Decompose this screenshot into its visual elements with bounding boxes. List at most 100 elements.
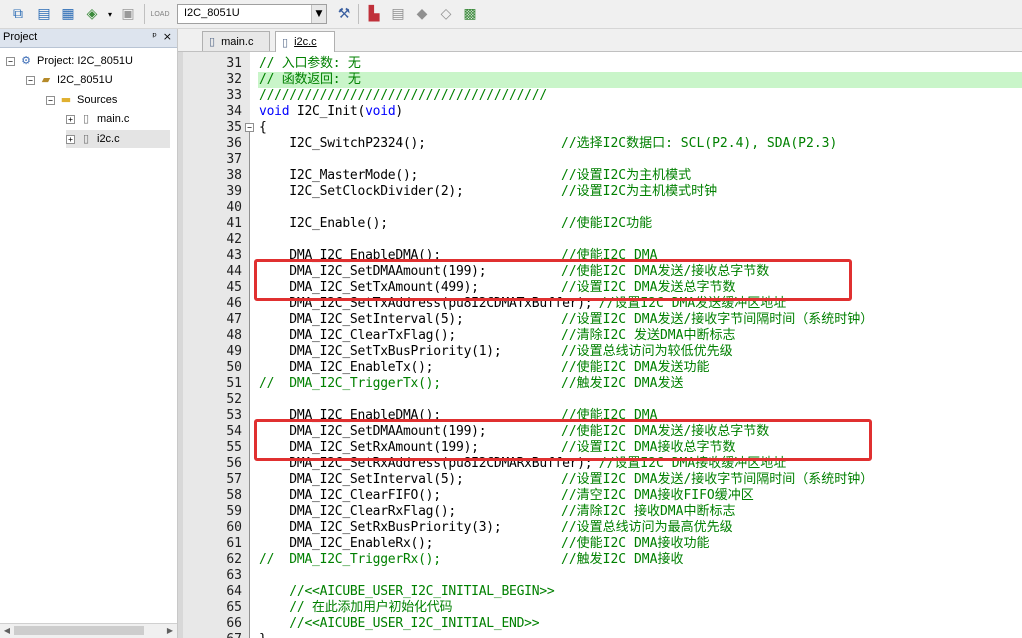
code-line[interactable]: DMA_I2C_SetInterval(5);	[259, 472, 464, 488]
code-line[interactable]: DMA_I2C_SetTxBusPriority(1);	[259, 344, 501, 360]
line-number: 55	[226, 440, 242, 455]
code-line[interactable]: // DMA_I2C_TriggerTx();	[259, 376, 441, 392]
collapse-icon[interactable]: −	[6, 56, 15, 66]
project-panel-header: Project ᵖ ×	[0, 29, 177, 48]
target-select[interactable]: I2C_8051U ▼	[177, 4, 327, 24]
line-number: 38	[226, 168, 242, 183]
code-comment: //设置I2C DMA发送/接收字节间隔时间（系统时钟）	[561, 312, 874, 327]
code-comment: //清除I2C 接收DMA中断标志	[561, 504, 736, 519]
file-icon: ▯	[82, 112, 90, 125]
tab-main-c[interactable]: ▯ main.c	[202, 31, 270, 51]
line-number: 60	[226, 520, 242, 535]
code-line[interactable]: {	[259, 120, 267, 136]
chevron-down-icon[interactable]: ▼	[311, 5, 326, 23]
gutter-margin	[178, 52, 183, 638]
line-number: 35	[226, 120, 242, 135]
code-comment: //设置总线访问为最高优先级	[561, 520, 733, 535]
horizontal-scrollbar[interactable]: ◀ ▶	[0, 623, 177, 638]
code-line[interactable]: DMA_I2C_SetInterval(5);	[259, 312, 464, 328]
tree-label: main.c	[97, 113, 130, 125]
code-comment: //清除I2C 发送DMA中断标志	[561, 328, 736, 343]
event-recorder-icon[interactable]: ▩	[460, 4, 480, 24]
stop-build-icon[interactable]: ▣	[118, 4, 138, 24]
fold-toggle-icon[interactable]: −	[245, 123, 254, 132]
code-line[interactable]: void I2C_Init(void)	[259, 104, 403, 120]
tab-i2c-c[interactable]: ▯ i2c.c	[275, 31, 335, 52]
line-number: 53	[226, 408, 242, 423]
line-number: 46	[226, 296, 242, 311]
download-icon[interactable]: LOAD	[150, 4, 170, 24]
line-number: 65	[226, 600, 242, 615]
line-number: 48	[226, 328, 242, 343]
pack-installer-icon[interactable]: ▤	[388, 4, 408, 24]
code-editor[interactable]: 31 // 入口参数: 无 32 // 函数返回: 无 33 //////////////…	[178, 52, 1022, 638]
manage-components-icon[interactable]: ▙	[364, 4, 384, 24]
build-icon[interactable]: ▤	[34, 4, 54, 24]
file-icon: ▯	[282, 35, 289, 49]
scroll-right-icon[interactable]: ▶	[163, 624, 177, 638]
annotation-box	[254, 259, 852, 301]
runtime-env-icon[interactable]: ◇	[436, 4, 456, 24]
line-number: 33	[226, 88, 242, 103]
code-comment: //设置I2C DMA发送/接收字节间隔时间（系统时钟）	[561, 472, 874, 487]
expand-icon[interactable]: +	[66, 134, 75, 144]
code-line[interactable]: //<<AICUBE_USER_I2C_INITIAL_END>>	[259, 616, 539, 632]
code-line[interactable]: I2C_MasterMode();	[259, 168, 418, 184]
code-line[interactable]: DMA_I2C_EnableTx();	[259, 360, 433, 376]
scroll-left-icon[interactable]: ◀	[0, 624, 14, 638]
tree-file-main[interactable]: + ▯ main.c	[66, 110, 129, 128]
line-number: 31	[226, 56, 242, 71]
code-line[interactable]: DMA_I2C_ClearFIFO();	[259, 488, 441, 504]
batch-build-icon[interactable]: ◈	[82, 4, 102, 24]
code-line[interactable]: I2C_Enable();	[259, 216, 388, 232]
project-panel-title: Project	[3, 31, 38, 43]
code-line[interactable]: // 在此添加用户初始化代码	[259, 600, 452, 616]
tree-project-root[interactable]: − ⚙ Project: I2C_8051U	[6, 52, 133, 70]
pin-icon[interactable]: ᵖ	[152, 30, 157, 43]
line-number: 47	[226, 312, 242, 327]
tab-label: main.c	[221, 35, 254, 48]
scrollbar-thumb[interactable]	[14, 626, 144, 635]
code-line[interactable]: DMA_I2C_EnableRx();	[259, 536, 433, 552]
code-line[interactable]: // 函数返回: 无	[259, 72, 361, 88]
code-comment: //清空I2C DMA接收FIFO缓冲区	[561, 488, 754, 503]
select-packs-icon[interactable]: ◆	[412, 4, 432, 24]
tree-folder-sources[interactable]: − ▬ Sources	[46, 91, 117, 109]
code-line[interactable]: I2C_SwitchP2324();	[259, 136, 426, 152]
collapse-icon[interactable]: −	[26, 75, 35, 85]
file-icon: ▯	[82, 132, 90, 145]
tree-target[interactable]: − ▰ I2C_8051U	[26, 71, 113, 89]
code-line[interactable]: // 入口参数: 无	[259, 56, 361, 72]
code-line[interactable]: DMA_I2C_ClearTxFlag();	[259, 328, 456, 344]
code-comment: //设置I2C为主机模式时钟	[561, 184, 718, 199]
code-line[interactable]: I2C_SetClockDivider(2);	[259, 184, 464, 200]
code-comment: //选择I2C数据口: SCL(P2.4), SDA(P2.3)	[561, 136, 838, 151]
line-number: 41	[226, 216, 242, 231]
line-number: 49	[226, 344, 242, 359]
translate-icon[interactable]: ⧉	[8, 4, 28, 24]
tree-label: Sources	[77, 94, 118, 106]
close-icon[interactable]: ×	[163, 30, 172, 43]
code-line[interactable]: DMA_I2C_ClearRxFlag();	[259, 504, 456, 520]
line-number: 44	[226, 264, 242, 279]
code-comment: //触发I2C DMA发送	[561, 376, 684, 391]
code-comment: //触发I2C DMA接收	[561, 552, 684, 567]
collapse-icon[interactable]: −	[46, 95, 55, 105]
code-line[interactable]: //<<AICUBE_USER_I2C_INITIAL_BEGIN>>	[259, 584, 554, 600]
editor-tab-bar: ▯ main.c ▯ i2c.c	[178, 29, 1022, 52]
tree-label: i2c.c	[97, 133, 120, 145]
line-number: 40	[226, 200, 242, 215]
code-line[interactable]: }	[259, 632, 267, 638]
batch-dropdown-icon[interactable]: ▾	[100, 4, 120, 24]
rebuild-icon[interactable]: ▦	[58, 4, 78, 24]
tree-file-i2c[interactable]: + ▯ i2c.c	[66, 130, 170, 148]
code-line[interactable]: //////////////////////////////////////	[259, 88, 547, 104]
code-line[interactable]: // DMA_I2C_TriggerRx();	[259, 552, 441, 568]
line-number: 43	[226, 248, 242, 263]
target-options-icon[interactable]: ⚒	[334, 4, 354, 24]
code-line[interactable]: DMA_I2C_SetRxBusPriority(3);	[259, 520, 501, 536]
file-icon: ▯	[209, 35, 216, 48]
current-line-highlight	[258, 72, 1022, 88]
line-number: 51	[226, 376, 242, 391]
expand-icon[interactable]: +	[66, 114, 75, 124]
